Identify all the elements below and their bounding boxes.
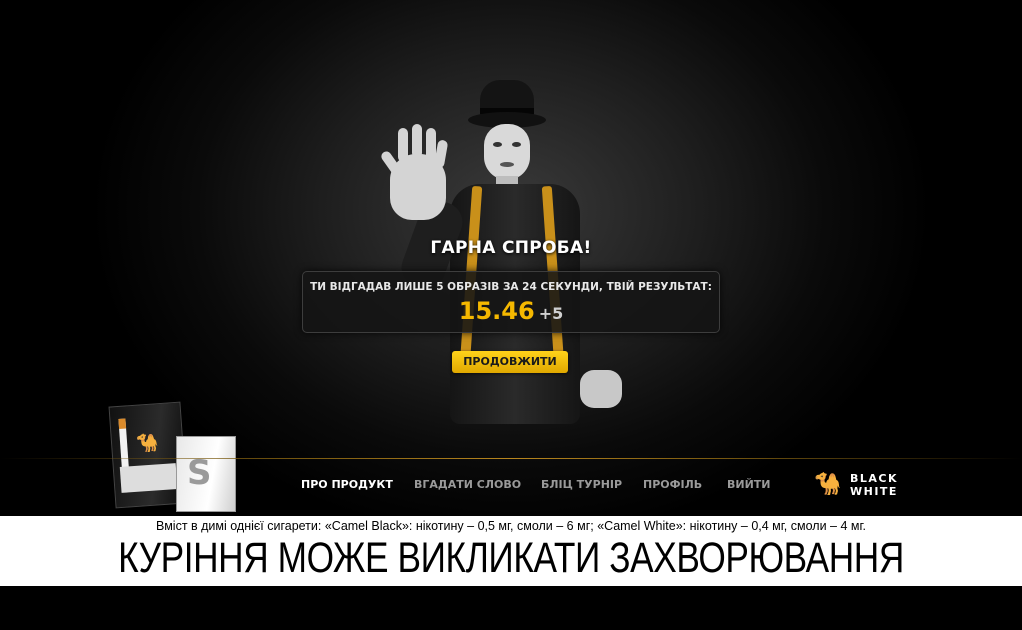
nav-divider	[0, 458, 1022, 459]
mime-hand	[379, 124, 449, 220]
score-value: 15.46	[458, 297, 535, 325]
nav-item-blitz-tournament[interactable]: БЛІЦ ТУРНІР	[541, 478, 622, 491]
nav-item-logout[interactable]: ВИЙТИ	[727, 478, 771, 491]
game-stage: ГАРНА СПРОБА! ТИ ВІДГАДАВ ЛИШЕ 5 ОБРАЗІВ…	[0, 0, 1022, 516]
camel-icon: 🐪	[135, 432, 160, 455]
result-title: ГАРНА СПРОБА!	[430, 238, 592, 258]
camel-white-pack: S	[176, 436, 236, 512]
nav-item-about-product[interactable]: ПРО ПРОДУКТ	[301, 478, 393, 491]
mime-hand-lower	[580, 370, 622, 408]
nav-item-guess-word[interactable]: ВГАДАТИ СЛОВО	[414, 478, 521, 491]
bonus-value: +5	[538, 304, 564, 323]
result-summary: ТИ ВІДГАДАВ ЛИШЕ 5 ОБРАЗІВ ЗА 24 СЕКУНДИ…	[310, 281, 712, 293]
continue-button[interactable]: ПРОДОВЖИТИ	[452, 351, 568, 373]
health-warning-banner: Вміст в димі однієї сигарети: «Camel Bla…	[0, 516, 1022, 630]
content-info: Вміст в димі однієї сигарети: «Camel Bla…	[156, 519, 866, 533]
health-warning-text: КУРІННЯ МОЖЕ ВИКЛИКАТИ ЗАХВОРЮВАННЯ НА Р…	[118, 534, 904, 630]
black-white-logo[interactable]: 🐪 BLACK WHITE	[814, 470, 908, 504]
result-panel: ТИ ВІДГАДАВ ЛИШЕ 5 ОБРАЗІВ ЗА 24 СЕКУНДИ…	[302, 271, 720, 333]
score-row: 15.46 +5	[303, 297, 719, 325]
camel-icon: 🐪	[814, 472, 842, 497]
nav-item-profile[interactable]: ПРОФІЛЬ	[643, 478, 702, 491]
mime-face	[484, 124, 530, 180]
